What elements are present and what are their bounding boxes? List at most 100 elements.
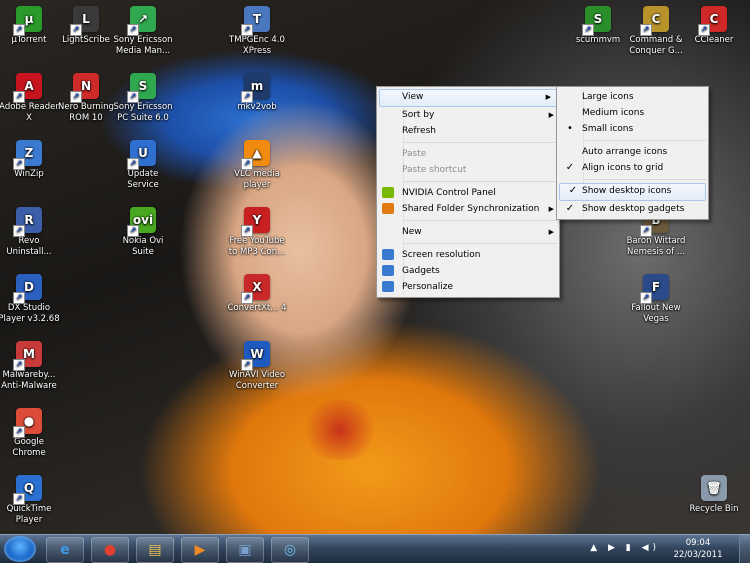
desktop-icon[interactable]: mmkv2vob [225,73,289,113]
app-icon: N [70,73,99,103]
checkmark-icon: ✓ [568,185,578,196]
app-icon: ▲ [241,140,270,170]
app-icon: D [13,274,42,304]
app-icon: M [13,341,42,371]
menu-item-shared-folder-synchronization[interactable]: Shared Folder Synchronization ▶ [377,201,559,217]
desktop-icon[interactable]: SSony Ericsson PC Suite 6.0 [111,73,175,124]
start-button[interactable] [4,536,36,562]
menu-separator [585,179,706,180]
desktop-icon[interactable]: MMalwareby... Anti-Malware [0,341,61,392]
desktop-icon[interactable]: FFallout New Vegas [624,274,688,325]
desktop-icon[interactable]: YFree YouTube to MP3 Con... [225,207,289,258]
clock-time[interactable]: 09:04 [668,538,728,548]
desktop-icon[interactable]: XConvertXt... 4 [225,274,289,314]
tray-icons[interactable]: ▲ ▶ ▮ ◀) [590,543,660,553]
desktop-icon-label: LightScribe [62,35,110,45]
menu-item-auto-arrange-icons[interactable]: Auto arrange icons [557,144,708,160]
desktop-icon[interactable]: TTMPGEnc 4.0 XPress [225,6,289,57]
app-icon: T [241,6,270,36]
menu-item-view[interactable]: View ▶ [379,89,557,107]
desktop-icon[interactable]: NNero Burning ROM 10 [54,73,118,124]
submenu-arrow-icon: ▶ [545,93,551,101]
taskbar-glyph: ◎ [283,542,297,558]
menu-item-paste[interactable]: Paste [377,146,559,162]
desktop-context-menu: View ▶ Sort by ▶ Refresh Paste Paste shortcut N… [376,86,560,298]
gadgets-icon [382,265,394,276]
desktop-icon[interactable]: ▲VLC media player [225,140,289,191]
menu-item-label: Shared Folder Synchronization [402,204,540,214]
desktop-icon[interactable]: CCCleaner [682,6,746,46]
menu-item-large-icons[interactable]: Large icons [557,89,708,105]
menu-item-paste-shortcut[interactable]: Paste shortcut [377,162,559,178]
desktop-icon-label: WinZip [14,169,44,179]
menu-item-label: Personalize [402,282,454,292]
menu-item-show-desktop-gadgets[interactable]: ✓ Show desktop gadgets [557,201,708,217]
menu-item-refresh[interactable]: Refresh [377,123,559,139]
menu-item-label: New [402,227,422,237]
desktop-icon[interactable]: ↗Sony Ericsson Media Man... [111,6,175,57]
desktop-icon[interactable]: WWinAVI Video Converter [225,341,289,392]
menu-item-label: Small icons [582,124,634,134]
desktop-icon[interactable]: RRevo Uninstall... [0,207,61,258]
app-icon: C [698,6,727,36]
desktop-icon-label: scummvm [575,35,621,45]
menu-item-show-desktop-icons[interactable]: ✓ Show desktop icons [559,183,706,201]
app-icon: F [640,274,669,304]
view-submenu: Large icons Medium icons • Small icons Auto … [556,86,709,220]
app-icon: L [70,6,99,36]
menu-item-new[interactable]: New ▶ [377,224,559,240]
desktop-icon-label: Sony Ericsson Media Man... [113,35,173,56]
internet-explorer-icon[interactable]: e [46,537,84,563]
desktop-icon[interactable]: ●Google Chrome [0,408,61,459]
desktop-icon[interactable]: DDX Studio Player v3.2.68 [0,274,61,325]
checkmark-icon: ✓ [565,203,575,214]
sync-icon [382,203,394,214]
desktop-icon[interactable]: µµTorrent [0,6,61,46]
desktop-icon[interactable]: QQuickTime Player [0,475,61,526]
app-icon: 🗑 [701,475,727,501]
menu-item-label: Sort by [402,110,435,120]
app-icon: ↗ [127,6,156,36]
menu-item-sort-by[interactable]: Sort by ▶ [377,107,559,123]
desktop-icon[interactable]: Sscummvm [566,6,630,46]
menu-item-label: Medium icons [582,108,645,118]
menu-item-label: Gadgets [402,266,440,276]
desktop-icon-label: Revo Uninstall... [6,236,52,257]
network-icon[interactable]: ◎ [271,537,309,563]
menu-item-medium-icons[interactable]: Medium icons [557,105,708,121]
desktop-icon[interactable]: LLightScribe [54,6,118,46]
checkmark-icon: ✓ [565,162,575,173]
desktop-icon[interactable]: ZWinZip [0,140,61,180]
pictures-icon[interactable]: ▣ [226,537,264,563]
show-desktop-button[interactable] [739,535,750,563]
menu-item-small-icons[interactable]: • Small icons [557,121,708,137]
clock-date[interactable]: 22/03/2011 [668,550,728,560]
desktop-icon[interactable]: oviNokia Ovi Suite [111,207,175,258]
desktop-icon[interactable]: AAdobe Reader X [0,73,61,124]
desktop-icon[interactable]: CCommand & Conquer G... [624,6,688,57]
menu-item-label: Paste shortcut [402,165,467,175]
desktop-icon[interactable]: 🗑 Recycle Bin [682,475,746,515]
app-icon: Y [241,207,270,237]
app-icon: µ [13,6,42,36]
menu-item-label: View [402,92,424,102]
menu-item-personalize[interactable]: Personalize [377,279,559,295]
app-icon: A [13,73,42,103]
menu-item-screen-resolution[interactable]: Screen resolution [377,247,559,263]
menu-item-label: Large icons [582,92,634,102]
menu-separator [405,220,557,221]
menu-separator [405,243,557,244]
desktop-icon-label: WinAVI Video Converter [228,370,286,391]
media-player-icon[interactable]: ▶ [181,537,219,563]
desktop-icon[interactable]: UUpdate Service [111,140,175,191]
menu-item-align-icons-to-grid[interactable]: ✓ Align icons to grid [557,160,708,176]
explorer-folder-icon[interactable]: ▤ [136,537,174,563]
desktop-icon-label: Command & Conquer G... [629,35,683,56]
menu-item-gadgets[interactable]: Gadgets [377,263,559,279]
app-icon: m [241,73,270,103]
app-icon: S [582,6,611,36]
submenu-arrow-icon: ▶ [548,205,554,213]
app-icon: Q [13,475,42,505]
chrome-icon[interactable]: ● [91,537,129,563]
menu-item-nvidia-control-panel[interactable]: NVIDIA Control Panel [377,185,559,201]
